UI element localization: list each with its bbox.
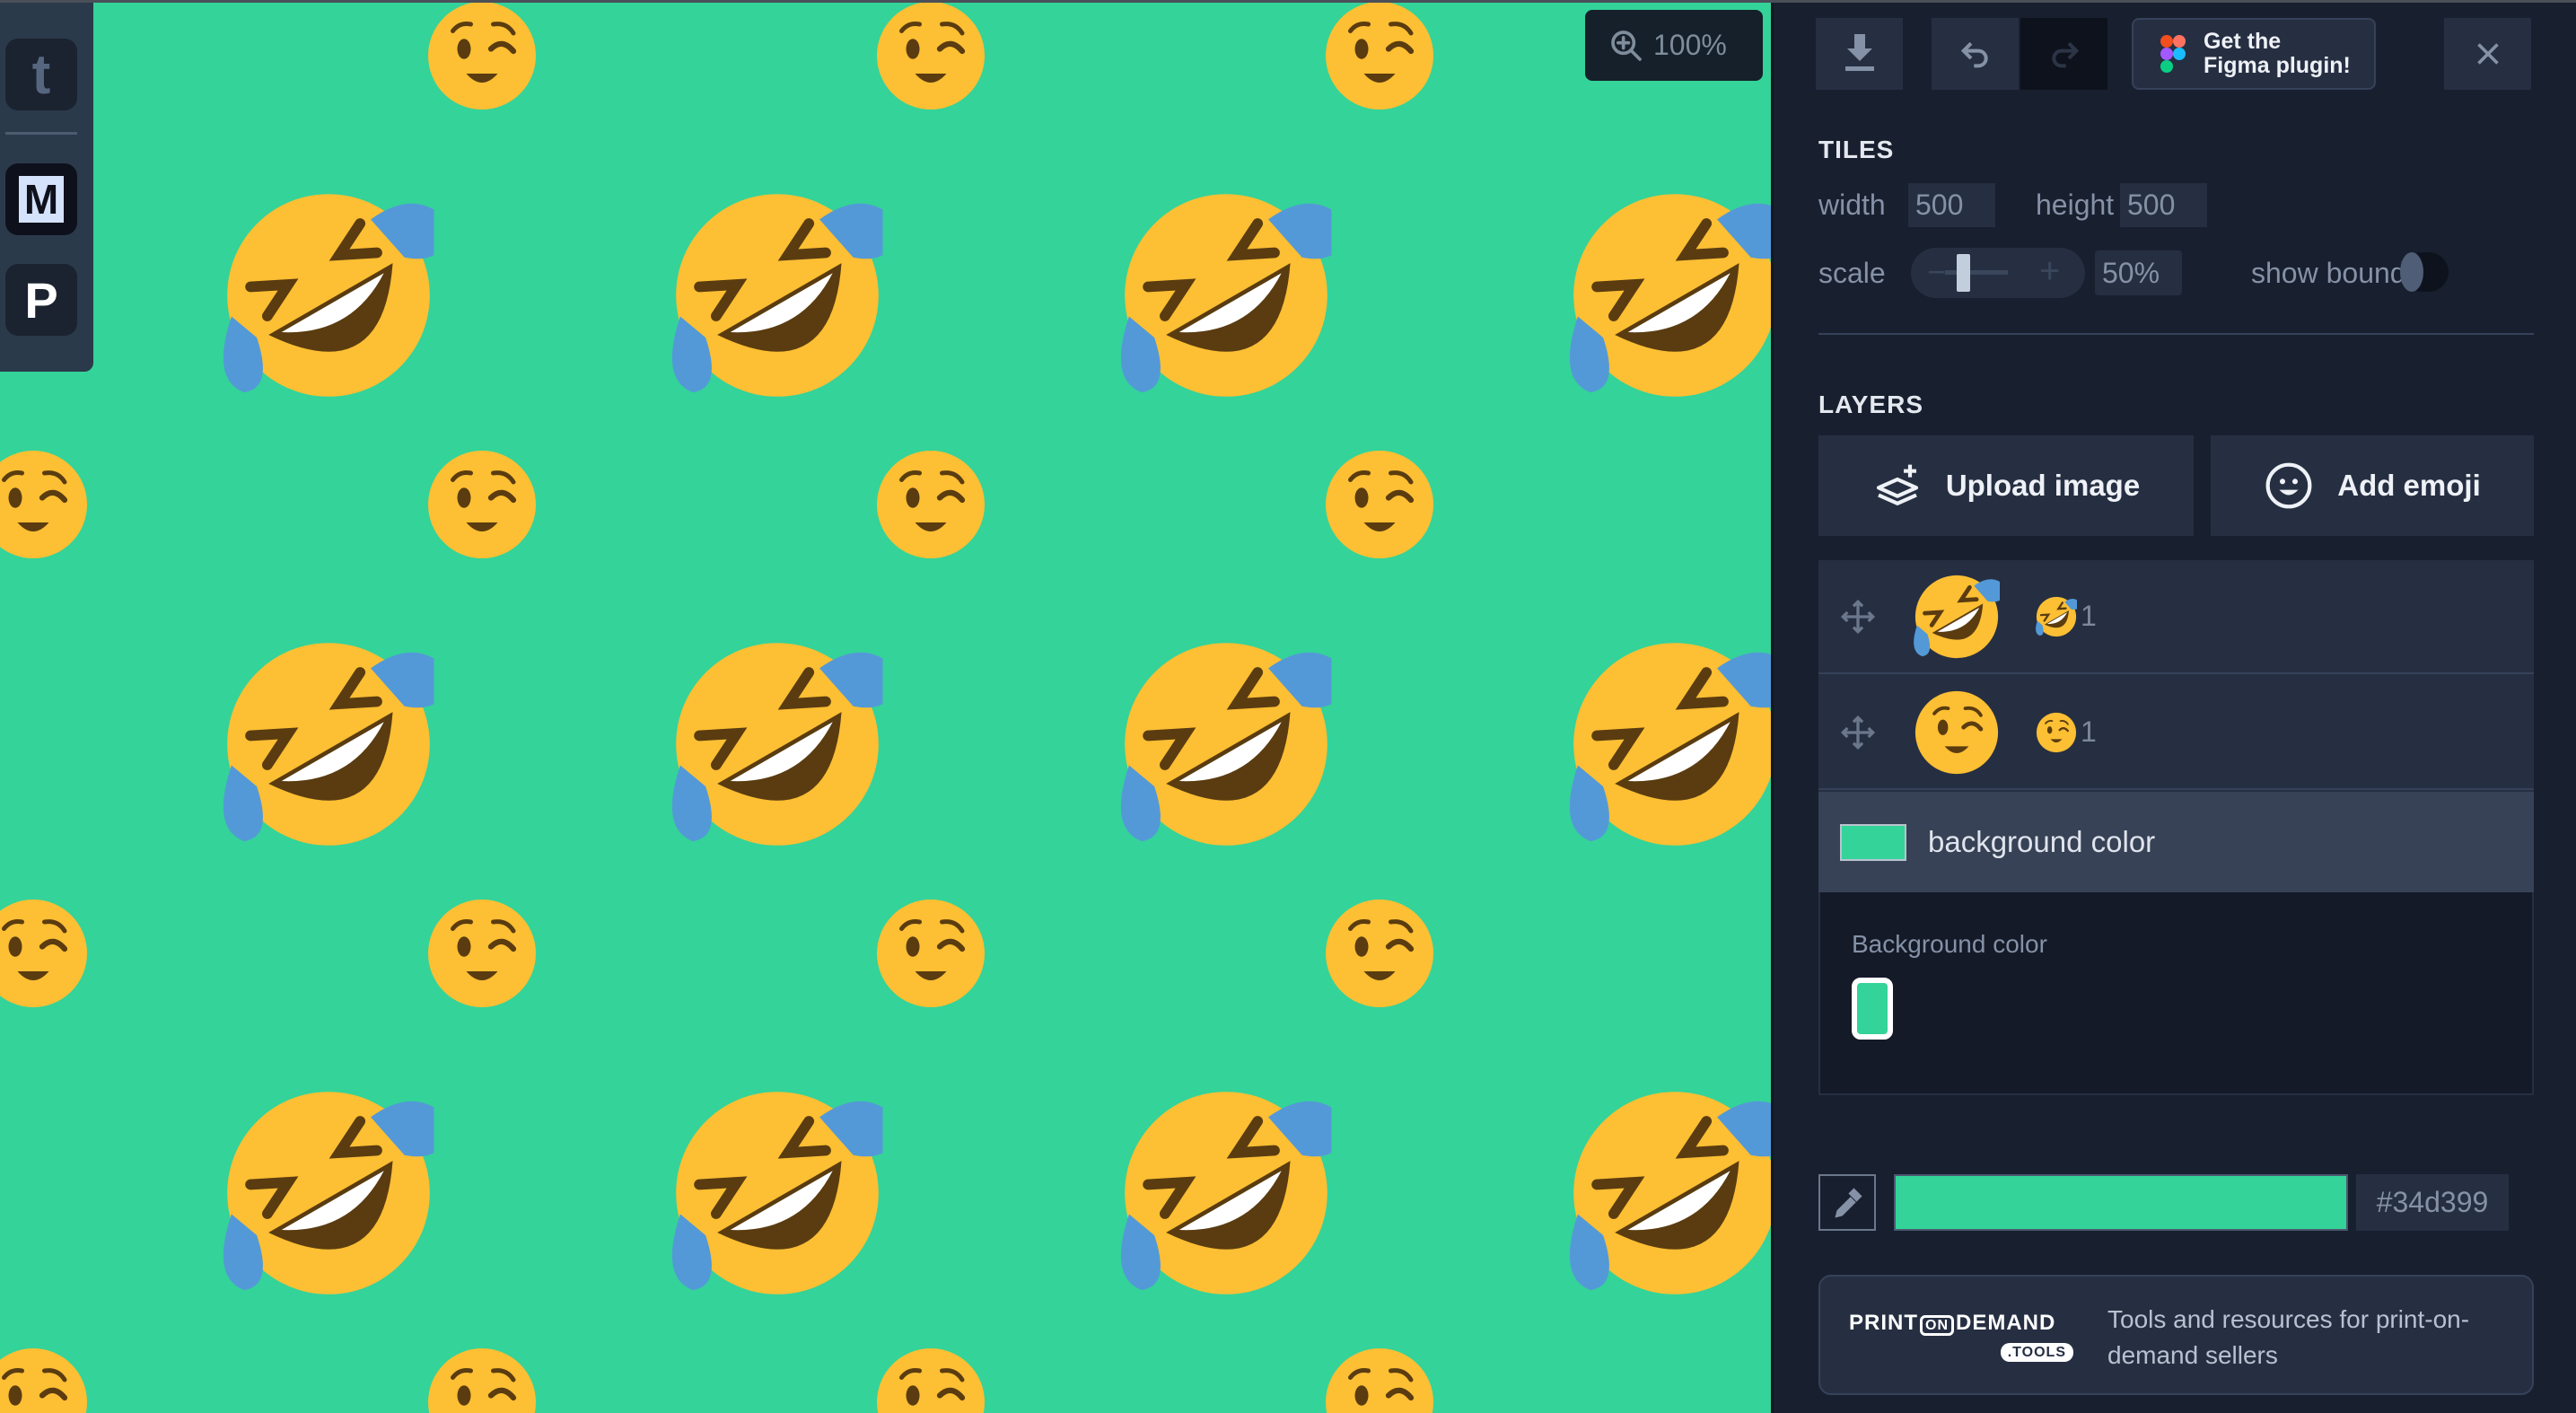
background-color-picker-swatch[interactable]	[1852, 978, 1893, 1040]
figma-line-1: Get the	[2204, 29, 2282, 54]
add-emoji-button[interactable]: Add emoji	[2211, 435, 2534, 536]
sidebar-divider	[5, 132, 77, 135]
scale-input[interactable]: 50%	[2095, 250, 2182, 295]
m-icon: M	[18, 176, 65, 223]
close-icon	[2476, 43, 2499, 65]
drag-handle-icon[interactable]	[1840, 599, 1876, 635]
redo-icon	[2051, 41, 2079, 68]
undo-icon	[1960, 41, 1988, 68]
rolling-on-floor-laughing-thumbnail	[1914, 574, 2000, 660]
background-color-editor: Background color	[1820, 892, 2532, 1093]
layer-count: 1	[2081, 600, 2097, 632]
redo-button[interactable]	[2020, 18, 2107, 90]
emoji-pattern	[0, 0, 1771, 1413]
layer-item[interactable]: 1	[1818, 676, 2534, 790]
logo-print: PRINT	[1849, 1311, 1918, 1335]
m-app-button[interactable]: M	[5, 163, 77, 235]
winking-face-icon	[2036, 711, 2077, 753]
figma-line-2: Figma plugin!	[2204, 53, 2351, 78]
figma-logo-icon	[2160, 35, 2186, 73]
scale-label: scale	[1818, 257, 1886, 289]
toggle-knob	[2400, 252, 2423, 292]
layers-heading: LAYERS	[1818, 391, 1924, 418]
download-icon	[1844, 34, 1874, 71]
close-button[interactable]	[2444, 18, 2531, 90]
p-app-button[interactable]: P	[5, 264, 77, 336]
slider-thumb[interactable]	[1957, 254, 1970, 292]
print-on-demand-logo: PRINT ON DEMAND .TOOLS	[1849, 1311, 2082, 1363]
hex-color-input[interactable]: #34d399	[2356, 1174, 2509, 1231]
layer-count: 1	[2081, 715, 2097, 748]
figma-plugin-button[interactable]: Get the Figma plugin!	[2132, 18, 2376, 90]
p-icon: P	[24, 271, 58, 329]
tiles-heading: TILES	[1818, 136, 1895, 163]
scale-slider[interactable]: − +	[1911, 248, 2085, 298]
print-on-demand-promo[interactable]: PRINT ON DEMAND .TOOLS Tools and resources…	[1818, 1275, 2534, 1395]
show-bounds-toggle[interactable]	[2400, 252, 2449, 292]
add-emoji-label: Add emoji	[2337, 469, 2481, 502]
smiley-icon	[2265, 462, 2312, 509]
promo-text: Tools and resources for print-on-demand …	[2107, 1305, 2470, 1369]
show-bounds-label: show bounds	[2251, 257, 2421, 289]
pattern-canvas[interactable]	[0, 0, 1771, 1413]
background-color-label: Background color	[1852, 930, 2047, 958]
background-color-swatch	[1840, 823, 1906, 861]
emoji-pattern-fill	[0, 0, 1771, 1413]
tumblr-app-button[interactable]: t	[5, 39, 77, 110]
layers-plus-icon	[1876, 464, 1918, 505]
height-input[interactable]: 500	[2120, 183, 2207, 227]
width-input[interactable]: 500	[1908, 183, 1995, 227]
t-icon: t	[31, 43, 51, 106]
zoom-in-icon	[1611, 30, 1642, 61]
window-top-border	[0, 0, 2576, 3]
width-label: width	[1818, 189, 1886, 221]
logo-demand: DEMAND	[1956, 1311, 2056, 1335]
logo-on: ON	[1920, 1315, 1954, 1336]
slider-track	[1945, 270, 2008, 275]
height-label: height	[2036, 189, 2115, 221]
scale-decrease[interactable]: −	[1927, 253, 1946, 291]
eyedropper-icon	[1835, 1187, 1862, 1218]
zoom-level: 100%	[1653, 29, 1727, 61]
drag-handle-icon[interactable]	[1840, 715, 1876, 750]
settings-panel: Get the Figma plugin! TILES width 500 hei…	[1771, 3, 2576, 1413]
eyedropper-button[interactable]	[1818, 1174, 1876, 1231]
section-divider	[1818, 333, 2534, 335]
logo-tools: .TOOLS	[2000, 1343, 2073, 1362]
app-switcher-sidebar: t M P	[0, 3, 93, 372]
upload-image-label: Upload image	[1945, 469, 2141, 502]
layer-list: 1 1 background color Background color	[1818, 560, 2534, 1095]
zoom-indicator[interactable]: 100%	[1585, 10, 1763, 81]
background-color-layer[interactable]: background color	[1818, 792, 2534, 892]
rolling-on-floor-laughing-icon	[2036, 595, 2077, 637]
layer-item[interactable]: 1	[1818, 560, 2534, 674]
undo-button[interactable]	[1932, 18, 2019, 90]
color-preview-bar[interactable]	[1894, 1174, 2348, 1231]
scale-increase[interactable]: +	[2039, 251, 2060, 292]
winking-face-thumbnail	[1914, 689, 2000, 776]
upload-image-button[interactable]: Upload image	[1818, 435, 2194, 536]
background-color-layer-label: background color	[1928, 825, 2156, 858]
download-button[interactable]	[1816, 18, 1903, 90]
